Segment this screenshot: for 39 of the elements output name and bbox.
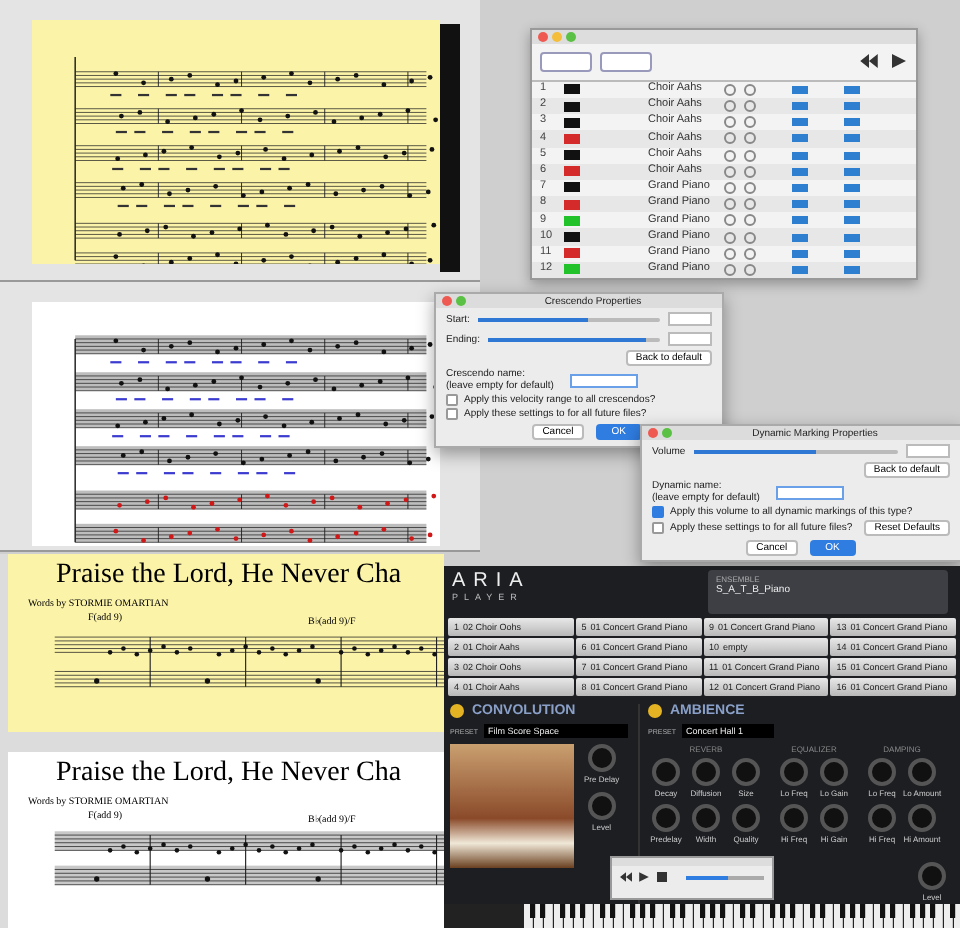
- knob[interactable]: [587, 744, 616, 772]
- photo-placeholder: [450, 744, 574, 868]
- knob[interactable]: [732, 758, 760, 786]
- power-button[interactable]: [450, 704, 464, 718]
- knob[interactable]: [820, 758, 848, 786]
- song-title: Praise the Lord, He Never Cha: [54, 558, 404, 594]
- knob[interactable]: [732, 804, 760, 832]
- checkbox[interactable]: [446, 394, 458, 406]
- name-field[interactable]: [775, 485, 844, 499]
- knob[interactable]: [587, 792, 616, 820]
- value-field[interactable]: [668, 312, 712, 326]
- toolbar-button[interactable]: [540, 51, 592, 72]
- play-icon[interactable]: [638, 872, 650, 882]
- knob[interactable]: [652, 758, 680, 786]
- knob[interactable]: [780, 758, 808, 786]
- knob[interactable]: [908, 758, 936, 786]
- knob[interactable]: [652, 804, 680, 832]
- checkbox[interactable]: [652, 506, 664, 518]
- knob[interactable]: [820, 804, 848, 832]
- knob[interactable]: [692, 758, 720, 786]
- stop-icon[interactable]: [656, 872, 668, 882]
- checkbox[interactable]: [652, 522, 664, 534]
- power-button[interactable]: [648, 704, 662, 718]
- logo-text: ARIA: [452, 570, 531, 592]
- song-title: Praise the Lord, He Never Cha: [54, 755, 404, 791]
- knob[interactable]: [780, 804, 808, 832]
- rewind-icon[interactable]: [860, 54, 878, 69]
- toolbar-button[interactable]: [600, 51, 652, 72]
- rewind-icon[interactable]: [620, 872, 632, 882]
- name-field[interactable]: [569, 373, 638, 387]
- value-field[interactable]: [668, 332, 712, 346]
- knob[interactable]: [908, 804, 936, 832]
- play-icon[interactable]: [890, 54, 908, 69]
- value-field[interactable]: [906, 444, 950, 458]
- knob[interactable]: [868, 804, 896, 832]
- checkbox[interactable]: [446, 408, 458, 420]
- knob[interactable]: [692, 804, 720, 832]
- knob[interactable]: [868, 758, 896, 786]
- knob[interactable]: [918, 862, 946, 890]
